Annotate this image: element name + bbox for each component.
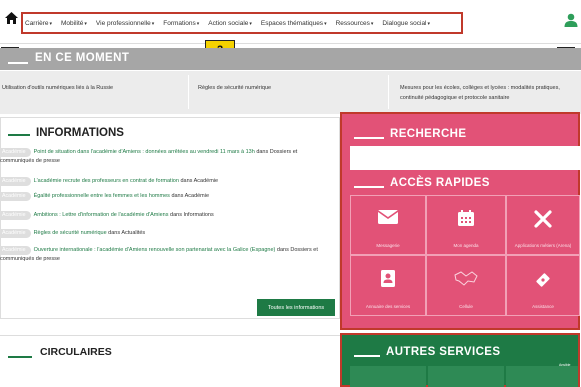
chevron-down-icon: ▾ xyxy=(196,20,200,27)
info-link[interactable]: Point de situation dans l'académie d'Ami… xyxy=(34,149,255,155)
section-title-acces-rapides: ACCÈS RAPIDES xyxy=(390,177,490,189)
chevron-down-icon: ▾ xyxy=(249,20,252,27)
divider xyxy=(388,75,389,109)
all-informations-button[interactable]: Toutes les informations xyxy=(257,299,335,316)
tile-label: Mon agenda xyxy=(453,243,479,248)
tile-label: Cellule xyxy=(459,304,473,309)
circulaires-panel xyxy=(0,335,340,387)
tile-label: Annuaire des services xyxy=(365,304,411,309)
menu-item-ressources[interactable]: Ressources▾ xyxy=(336,20,374,27)
info-suffix: dans Actualités xyxy=(108,230,146,236)
tile-label: Assistance xyxy=(532,304,554,309)
category-badge: Académie xyxy=(0,177,31,186)
info-item[interactable]: Académie Ambitions : Lettre d'information… xyxy=(0,211,320,220)
menu-item-action-sociale[interactable]: Action sociale▾ xyxy=(208,20,252,27)
en-ce-moment-list: Utilisation d'outils numériques liés à l… xyxy=(0,71,581,114)
info-suffix: dans Académie xyxy=(180,178,219,184)
contacts-icon xyxy=(381,270,395,292)
search-input[interactable] xyxy=(350,146,580,170)
quick-access-assistance[interactable]: Assistance xyxy=(506,255,580,316)
category-badge: Académie xyxy=(0,229,31,238)
category-badge: Académie xyxy=(0,211,31,220)
service-tile[interactable] xyxy=(350,366,426,387)
category-badge: Académie xyxy=(0,192,31,201)
section-title-recherche: RECHERCHE xyxy=(390,128,467,140)
section-title-en-ce-moment: EN CE MOMENT xyxy=(35,52,130,64)
calendar-icon xyxy=(458,210,474,231)
news-item[interactable]: Mesures pour les écoles, collèges et lyc… xyxy=(400,83,575,103)
title-underline xyxy=(8,62,28,64)
section-title-autres-services: AUTRES SERVICES xyxy=(386,346,501,358)
mail-icon xyxy=(377,210,399,229)
title-underline xyxy=(8,356,32,358)
menu-item-carriere[interactable]: Carrière▾ xyxy=(25,20,52,27)
category-badge: Académie xyxy=(0,246,31,255)
quick-access-messagerie[interactable]: Messagerie xyxy=(350,195,426,255)
info-link[interactable]: L'académie recrute des professeurs en co… xyxy=(34,178,179,184)
title-underline xyxy=(8,134,30,136)
quick-access-cellule[interactable]: Cellule xyxy=(426,255,506,316)
info-item[interactable]: Académie L'académie recrute des professeu… xyxy=(0,177,320,186)
info-item[interactable]: Académie Point de situation dans l'académ… xyxy=(0,148,320,166)
divider xyxy=(188,75,189,109)
top-navigation: Carrière▾ Mobilité▾ Vie professionnelle▾… xyxy=(0,0,581,44)
menu-item-formations[interactable]: Formations▾ xyxy=(163,20,199,27)
main-menu: Carrière▾ Mobilité▾ Vie professionnelle▾… xyxy=(21,12,463,34)
info-link[interactable]: Égalité professionnelle entre les femmes… xyxy=(34,193,170,199)
menu-item-dialogue-social[interactable]: Dialogue social▾ xyxy=(382,20,430,27)
info-suffix: dans Informations xyxy=(170,212,214,218)
section-title-circulaires: CIRCULAIRES xyxy=(40,346,112,358)
quick-access-annuaire[interactable]: Annuaire des services xyxy=(350,255,426,316)
map-icon xyxy=(454,270,478,291)
info-item[interactable]: Académie Règles de sécurité numérique dan… xyxy=(0,229,320,238)
service-tile[interactable] xyxy=(428,366,504,387)
menu-item-mobilite[interactable]: Mobilité▾ xyxy=(61,20,87,27)
section-title-informations: INFORMATIONS xyxy=(36,127,124,139)
category-badge: Académie xyxy=(0,148,31,157)
title-underline xyxy=(354,186,384,188)
home-icon[interactable] xyxy=(3,9,20,26)
chevron-down-icon: ▾ xyxy=(151,20,155,27)
info-link[interactable]: Règles de sécurité numérique xyxy=(34,230,107,236)
tile-label: Applications métiers (Arena) xyxy=(514,243,572,248)
tile-label: Messagerie xyxy=(376,243,400,248)
title-underline xyxy=(354,355,380,357)
info-item[interactable]: Académie Égalité professionnelle entre le… xyxy=(0,192,320,201)
info-item[interactable]: Académie Ouverture internationale : l'aca… xyxy=(0,246,320,264)
menu-item-vie-professionnelle[interactable]: Vie professionnelle▾ xyxy=(96,20,154,27)
ticket-icon xyxy=(533,270,553,295)
info-link[interactable]: Ouverture internationale : l'académie d'… xyxy=(34,247,276,253)
info-link[interactable]: Ambitions : Lettre d'information de l'ac… xyxy=(34,212,169,218)
chevron-down-icon: ▾ xyxy=(324,20,327,27)
user-icon[interactable] xyxy=(564,13,578,27)
info-suffix: dans Académie xyxy=(171,193,210,199)
chevron-down-icon: ▾ xyxy=(49,20,52,27)
tools-icon xyxy=(534,210,552,233)
menu-item-espaces-thematiques[interactable]: Espaces thématiques▾ xyxy=(261,20,327,27)
chevron-down-icon: ▾ xyxy=(427,20,431,27)
news-item[interactable]: Utilisation d'outils numériques liés à l… xyxy=(2,83,172,93)
quick-access-applications[interactable]: Applications métiers (Arena) xyxy=(506,195,580,255)
chevron-down-icon: ▾ xyxy=(84,20,87,27)
quick-access-agenda[interactable]: Mon agenda xyxy=(426,195,506,255)
title-underline xyxy=(354,137,384,139)
service-tile[interactable] xyxy=(506,366,578,387)
chevron-down-icon: ▾ xyxy=(370,20,374,27)
news-item[interactable]: Règles de sécurité numérique xyxy=(198,83,368,93)
service-label: Ansible xyxy=(559,363,571,367)
